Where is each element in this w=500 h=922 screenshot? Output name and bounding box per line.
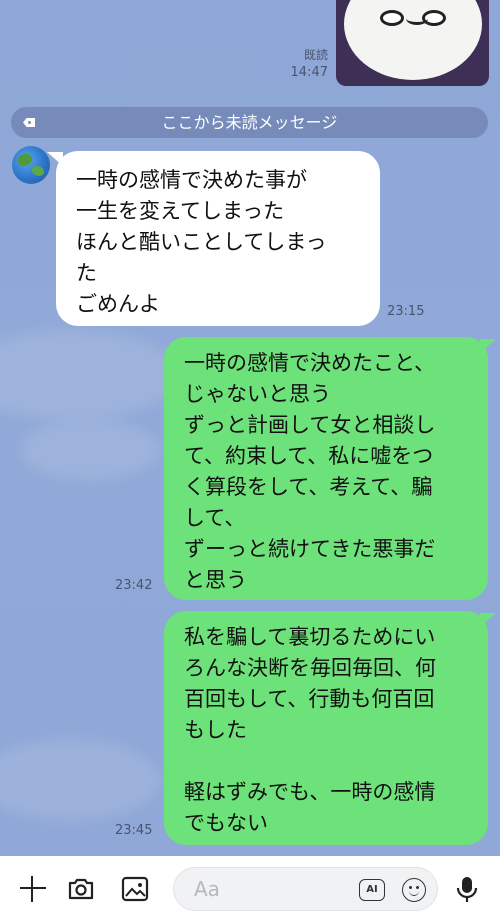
message-line: 私を騙して裏切るためにい [184, 625, 436, 649]
image-icon[interactable] [120, 874, 150, 904]
globe-land [18, 154, 32, 166]
outgoing-message-bubble[interactable]: 私を騙して裏切るためにい ろんな決断を毎回毎回、何 百回もして、行動も何百回 も… [164, 611, 488, 845]
message-line: 一時の感情で決めた事が [76, 168, 307, 192]
message-line [184, 746, 488, 777]
unread-divider-label: ここから未読メッセージ [161, 113, 338, 132]
message-line: じゃないと思う [184, 382, 331, 406]
message-line: ろんな決断を毎回毎回、何 [184, 656, 436, 680]
sticker-message[interactable] [336, 0, 489, 86]
read-receipt: 既読 14:47 [291, 46, 328, 82]
message-line: 一生を変えてしまった [76, 199, 285, 223]
tag-icon [23, 118, 35, 127]
plus-icon[interactable] [18, 874, 48, 904]
message-line: て、約束して、私に嘘をつ [184, 444, 434, 468]
message-composer-bar: Aa AI [0, 856, 500, 922]
unread-divider: ここから未読メッセージ [11, 107, 488, 138]
message-line: と思う [184, 568, 247, 592]
background-cloud [0, 330, 180, 420]
microphone-icon[interactable] [452, 874, 482, 904]
message-line: して、 [184, 506, 246, 530]
message-line: ずーっと続けてきた悪事だ [184, 537, 436, 561]
globe-land [32, 166, 44, 176]
message-time: 23:45 [115, 823, 153, 838]
message-line: ごめんよ [76, 292, 160, 316]
message-line: 百回もして、行動も何百回 [184, 687, 435, 711]
message-input[interactable]: Aa AI [173, 867, 438, 911]
incoming-message-bubble[interactable]: 一時の感情で決めた事が 一生を変えてしまった ほんと酷いことしてしまっ た ごめ… [56, 151, 380, 326]
message-line: もした [184, 718, 247, 742]
bubble-tail [480, 339, 496, 353]
message-line: く算段をして、考えて、騙 [184, 475, 433, 499]
message-line: ほんと酷いことしてしまっ [76, 230, 327, 254]
read-status: 既読 [303, 48, 328, 62]
outgoing-message-bubble[interactable]: 一時の感情で決めたこと、 じゃないと思う ずっと計画して女と相談し て、約束して… [164, 337, 488, 600]
background-cloud [20, 420, 160, 480]
message-line: でもない [184, 811, 268, 835]
message-line: 一時の感情で決めたこと、 [184, 351, 436, 375]
sticker-mouth [406, 12, 428, 25]
camera-icon[interactable] [66, 874, 96, 904]
message-time: 23:15 [387, 304, 425, 319]
sticker-character [344, 0, 482, 80]
message-line: た [76, 261, 97, 285]
avatar[interactable] [12, 146, 50, 184]
emoji-icon[interactable] [402, 878, 426, 902]
message-line: ずっと計画して女と相談し [184, 413, 436, 437]
chat-area[interactable]: 既読 14:47 ここから未読メッセージ 一時の感情で決めた事が 一生を変えてし… [0, 0, 500, 856]
ai-icon[interactable]: AI [359, 879, 385, 901]
message-line: 軽はずみでも、一時の感情 [184, 780, 436, 804]
message-time: 14:47 [290, 65, 328, 80]
message-input-placeholder: Aa [194, 877, 220, 901]
message-time: 23:42 [115, 578, 153, 593]
background-cloud [0, 740, 160, 820]
sticker-eye [380, 10, 404, 26]
